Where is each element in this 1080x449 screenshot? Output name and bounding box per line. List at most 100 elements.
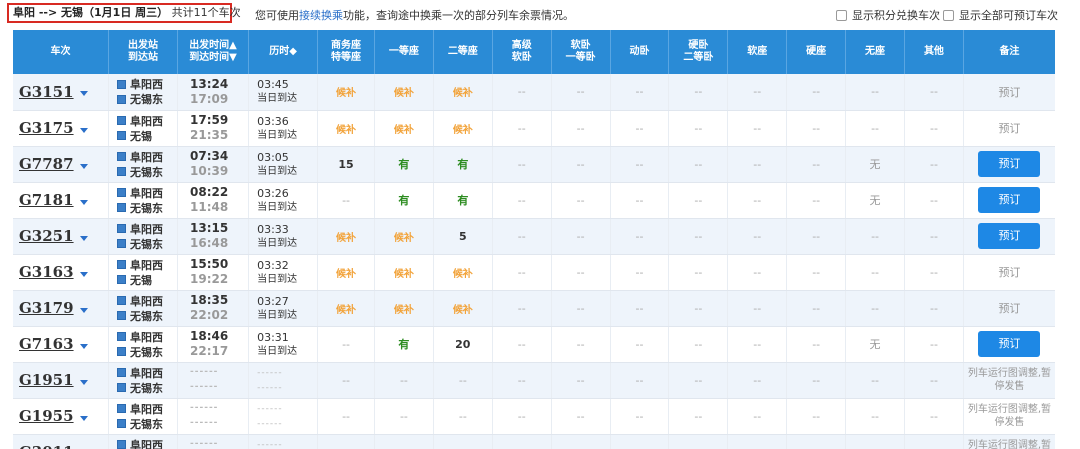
chevron-down-icon[interactable]	[79, 91, 88, 97]
seat-second-value: 20	[455, 337, 471, 351]
seat-hard-cell: --	[668, 398, 729, 435]
table-row: G7787 阜阳西 无锡东 07:34 10:39 03:05 当日到达 15 有有 -- -- --…	[13, 146, 1055, 183]
seat-second-cell[interactable]: 候补	[433, 290, 493, 327]
col-times[interactable]: 出发时间▲ 到达时间▼	[177, 30, 250, 74]
seat-hsoft-cell: --	[492, 74, 552, 111]
show-all-checkbox[interactable]	[943, 9, 954, 21]
train-number-link[interactable]: G1955	[19, 407, 74, 425]
stations-cell: 阜阳西无锡东	[108, 362, 179, 399]
train-number-link[interactable]: G7163	[19, 335, 74, 353]
seat-hard-value: --	[694, 193, 703, 207]
seat-business-cell[interactable]: 候补	[317, 254, 375, 291]
seat-softseat-value: --	[753, 121, 762, 135]
station-icon	[116, 332, 126, 341]
route-text: 阜阳 --> 无锡（1月1日 周三）	[13, 6, 169, 19]
book-button[interactable]: 预订	[978, 223, 1041, 249]
arrival-time: 16:48	[190, 236, 229, 250]
train-number-link[interactable]: G3011	[19, 443, 74, 449]
book-button[interactable]: 预订	[978, 331, 1041, 357]
seat-hardseat-cell: --	[786, 218, 847, 255]
seat-second-cell[interactable]: 候补	[433, 74, 493, 111]
seat-hsoft-cell: --	[492, 218, 552, 255]
show-points-checkbox[interactable]	[836, 9, 847, 21]
seat-first-cell[interactable]: 候补	[374, 218, 434, 255]
chevron-down-icon[interactable]	[79, 235, 88, 241]
arrival-day: 当日到达	[257, 93, 298, 105]
train-number-link[interactable]: G3179	[19, 299, 74, 317]
book-button[interactable]: 预订	[978, 187, 1041, 213]
col-hard-l2: 二等卧	[683, 52, 714, 63]
train-number-link[interactable]: G7181	[19, 191, 74, 209]
seat-other-cell: --	[904, 218, 964, 255]
seat-soft-value: --	[576, 301, 585, 315]
seat-hsoft-value: --	[517, 193, 526, 207]
seat-hardseat-cell: --	[786, 362, 847, 399]
seat-first-value: 候补	[393, 88, 414, 100]
train-number-link[interactable]: G3251	[19, 227, 74, 245]
times-cell: ------ ------	[177, 362, 250, 399]
seat-hard-cell: --	[668, 326, 729, 363]
seat-second-cell[interactable]: 候补	[433, 110, 493, 147]
seat-second-cell: --	[433, 398, 493, 435]
seat-second-cell[interactable]: 5	[433, 218, 493, 255]
from-station-name: 阜阳西	[129, 258, 163, 272]
chevron-down-icon[interactable]	[79, 307, 88, 313]
seat-first-value: 有	[398, 338, 410, 351]
seat-soft-cell: --	[551, 326, 611, 363]
seat-business-cell[interactable]: 15	[317, 146, 375, 183]
train-number-link[interactable]: G3175	[19, 119, 74, 137]
chevron-down-icon[interactable]	[79, 199, 88, 205]
times-cell: 08:22 11:48	[177, 182, 250, 219]
seat-first-cell[interactable]: 候补	[374, 254, 434, 291]
seat-second-cell[interactable]: 20	[433, 326, 493, 363]
seat-hardseat-cell: --	[786, 182, 847, 219]
seat-noseat-value: --	[871, 301, 880, 315]
book-button[interactable]: 预订	[978, 151, 1041, 177]
seat-first-cell[interactable]: 候补	[374, 110, 434, 147]
train-number-link[interactable]: G1951	[19, 371, 74, 389]
seat-business-cell[interactable]: 候补	[317, 218, 375, 255]
col-duration[interactable]: 历时◆	[248, 30, 319, 74]
departure-time: 18:35	[190, 293, 229, 307]
seat-soft-value: --	[576, 229, 585, 243]
from-station: 阜阳西	[116, 257, 177, 272]
chevron-down-icon[interactable]	[79, 163, 88, 169]
arrival-time: 19:22	[190, 272, 229, 286]
seat-first-cell[interactable]: 有	[374, 146, 434, 183]
chevron-down-icon[interactable]	[79, 379, 88, 385]
seat-first-cell[interactable]: 候补	[374, 74, 434, 111]
seat-noseat-value: --	[871, 121, 880, 135]
show-all-bookable-option[interactable]: 显示全部可预订车次	[943, 7, 1058, 23]
seat-second-cell[interactable]: 有	[433, 146, 493, 183]
chevron-down-icon[interactable]	[79, 127, 88, 133]
train-number-link[interactable]: G7787	[19, 155, 74, 173]
seat-business-cell[interactable]: 候补	[317, 290, 375, 327]
sort-arrival[interactable]: 到达时间▼	[189, 52, 237, 63]
to-station: 无锡东	[116, 236, 177, 251]
seat-first-cell[interactable]: 有	[374, 326, 434, 363]
seat-hard-cell: --	[668, 218, 729, 255]
train-number-link[interactable]: G3151	[19, 83, 74, 101]
seat-hsoft-value: --	[517, 301, 526, 315]
seat-first-cell[interactable]: 有	[374, 182, 434, 219]
chevron-down-icon[interactable]	[79, 271, 88, 277]
seat-business-cell[interactable]: 候补	[317, 74, 375, 111]
seat-softseat-value: --	[753, 337, 762, 351]
seat-first-cell[interactable]: 候补	[374, 290, 434, 327]
seat-emu-cell: --	[610, 110, 670, 147]
show-all-label: 显示全部可预订车次	[959, 9, 1058, 22]
seat-second-value: 5	[458, 229, 467, 243]
seat-second-cell[interactable]: 有	[433, 182, 493, 219]
transfer-link[interactable]: 接续换乘	[299, 9, 343, 22]
train-number-link[interactable]: G3163	[19, 263, 74, 281]
seat-business-cell[interactable]: 候补	[317, 110, 375, 147]
chevron-down-icon[interactable]	[79, 343, 88, 349]
show-points-trains-option[interactable]: 显示积分兑换车次	[836, 7, 940, 23]
seat-softseat-value: --	[753, 157, 762, 171]
seat-hardseat-value: --	[812, 157, 821, 171]
seat-second-cell[interactable]: 候补	[433, 254, 493, 291]
train-count: 共计11个车次	[171, 6, 241, 19]
seat-hardseat-cell: --	[786, 146, 847, 183]
chevron-down-icon[interactable]	[79, 415, 88, 421]
sort-departure[interactable]: 出发时间▲	[189, 40, 237, 51]
